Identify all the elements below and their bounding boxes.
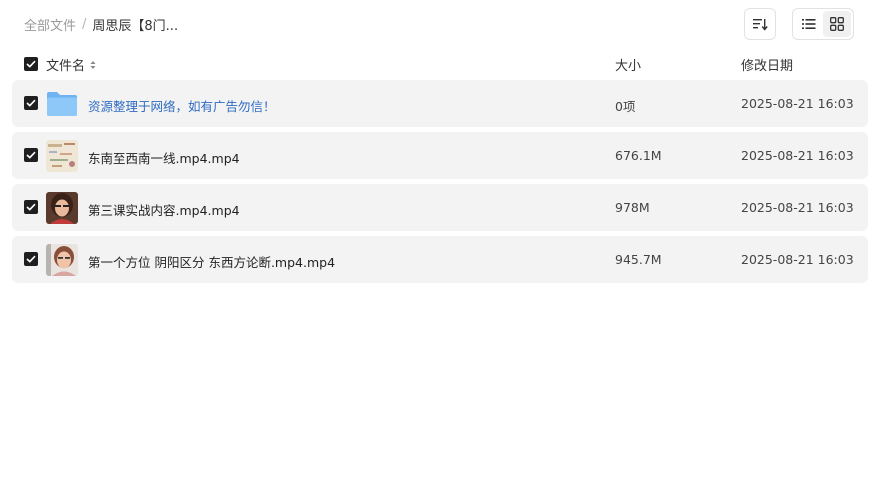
file-date: 2025-08-21 16:03 (741, 148, 854, 163)
check-icon (26, 203, 36, 211)
select-all-checkbox[interactable] (24, 57, 38, 71)
view-toggle (792, 8, 854, 40)
file-size: 0项 (615, 99, 636, 114)
check-icon (26, 151, 36, 159)
row-checkbox[interactable] (24, 200, 38, 214)
list-view-icon (802, 19, 816, 29)
list-view-button[interactable] (795, 11, 823, 37)
check-icon (26, 255, 36, 263)
file-row[interactable]: 第三课实战内容.mp4.mp4 978M 2025-08-21 16:03 (12, 184, 868, 231)
video-thumbnail (46, 140, 78, 172)
file-name[interactable]: 第一个方位 阴阳区分 东西方论断.mp4.mp4 (88, 252, 335, 271)
file-row[interactable]: 东南至西南一线.mp4.mp4 676.1M 2025-08-21 16:03 (12, 132, 868, 179)
check-icon (26, 60, 36, 68)
file-date: 2025-08-21 16:03 (741, 96, 854, 111)
file-size: 676.1M (615, 148, 662, 163)
breadcrumb-separator: / (82, 16, 87, 32)
breadcrumb: 全部文件 / 周思辰【8门... (24, 14, 178, 34)
row-checkbox[interactable] (24, 148, 38, 162)
breadcrumb-root-link[interactable]: 全部文件 (24, 15, 76, 34)
column-name-label: 文件名 (46, 59, 86, 74)
grid-view-icon (830, 17, 844, 31)
video-thumbnail (46, 192, 78, 224)
column-header-date[interactable]: 修改日期 (741, 55, 793, 74)
file-size: 978M (615, 200, 650, 215)
column-header-name[interactable]: 文件名 (46, 55, 98, 74)
row-checkbox[interactable] (24, 252, 38, 266)
file-name[interactable]: 东南至西南一线.mp4.mp4 (88, 148, 240, 167)
check-icon (26, 99, 36, 107)
grid-view-button[interactable] (823, 11, 851, 37)
breadcrumb-current: 周思辰【8门... (92, 18, 179, 34)
table-header: 文件名 大小 修改日期 (12, 52, 868, 76)
sort-lines-icon (753, 19, 768, 31)
row-checkbox[interactable] (24, 96, 38, 110)
file-list: 资源整理于网络，如有广告勿信！ 0项 2025-08-21 16:03 东南至西… (12, 80, 868, 288)
top-bar: 全部文件 / 周思辰【8门... (0, 0, 878, 48)
sort-button[interactable] (744, 8, 776, 40)
file-name[interactable]: 第三课实战内容.mp4.mp4 (88, 200, 240, 219)
folder-icon (46, 88, 78, 120)
column-header-size[interactable]: 大小 (615, 55, 641, 74)
file-row[interactable]: 第一个方位 阴阳区分 东西方论断.mp4.mp4 945.7M 2025-08-… (12, 236, 868, 283)
sort-updown-icon (90, 60, 96, 69)
file-name[interactable]: 资源整理于网络，如有广告勿信！ (88, 96, 276, 115)
video-thumbnail (46, 244, 78, 276)
file-date: 2025-08-21 16:03 (741, 200, 854, 215)
file-size: 945.7M (615, 252, 662, 267)
file-row[interactable]: 资源整理于网络，如有广告勿信！ 0项 2025-08-21 16:03 (12, 80, 868, 127)
file-date: 2025-08-21 16:03 (741, 252, 854, 267)
